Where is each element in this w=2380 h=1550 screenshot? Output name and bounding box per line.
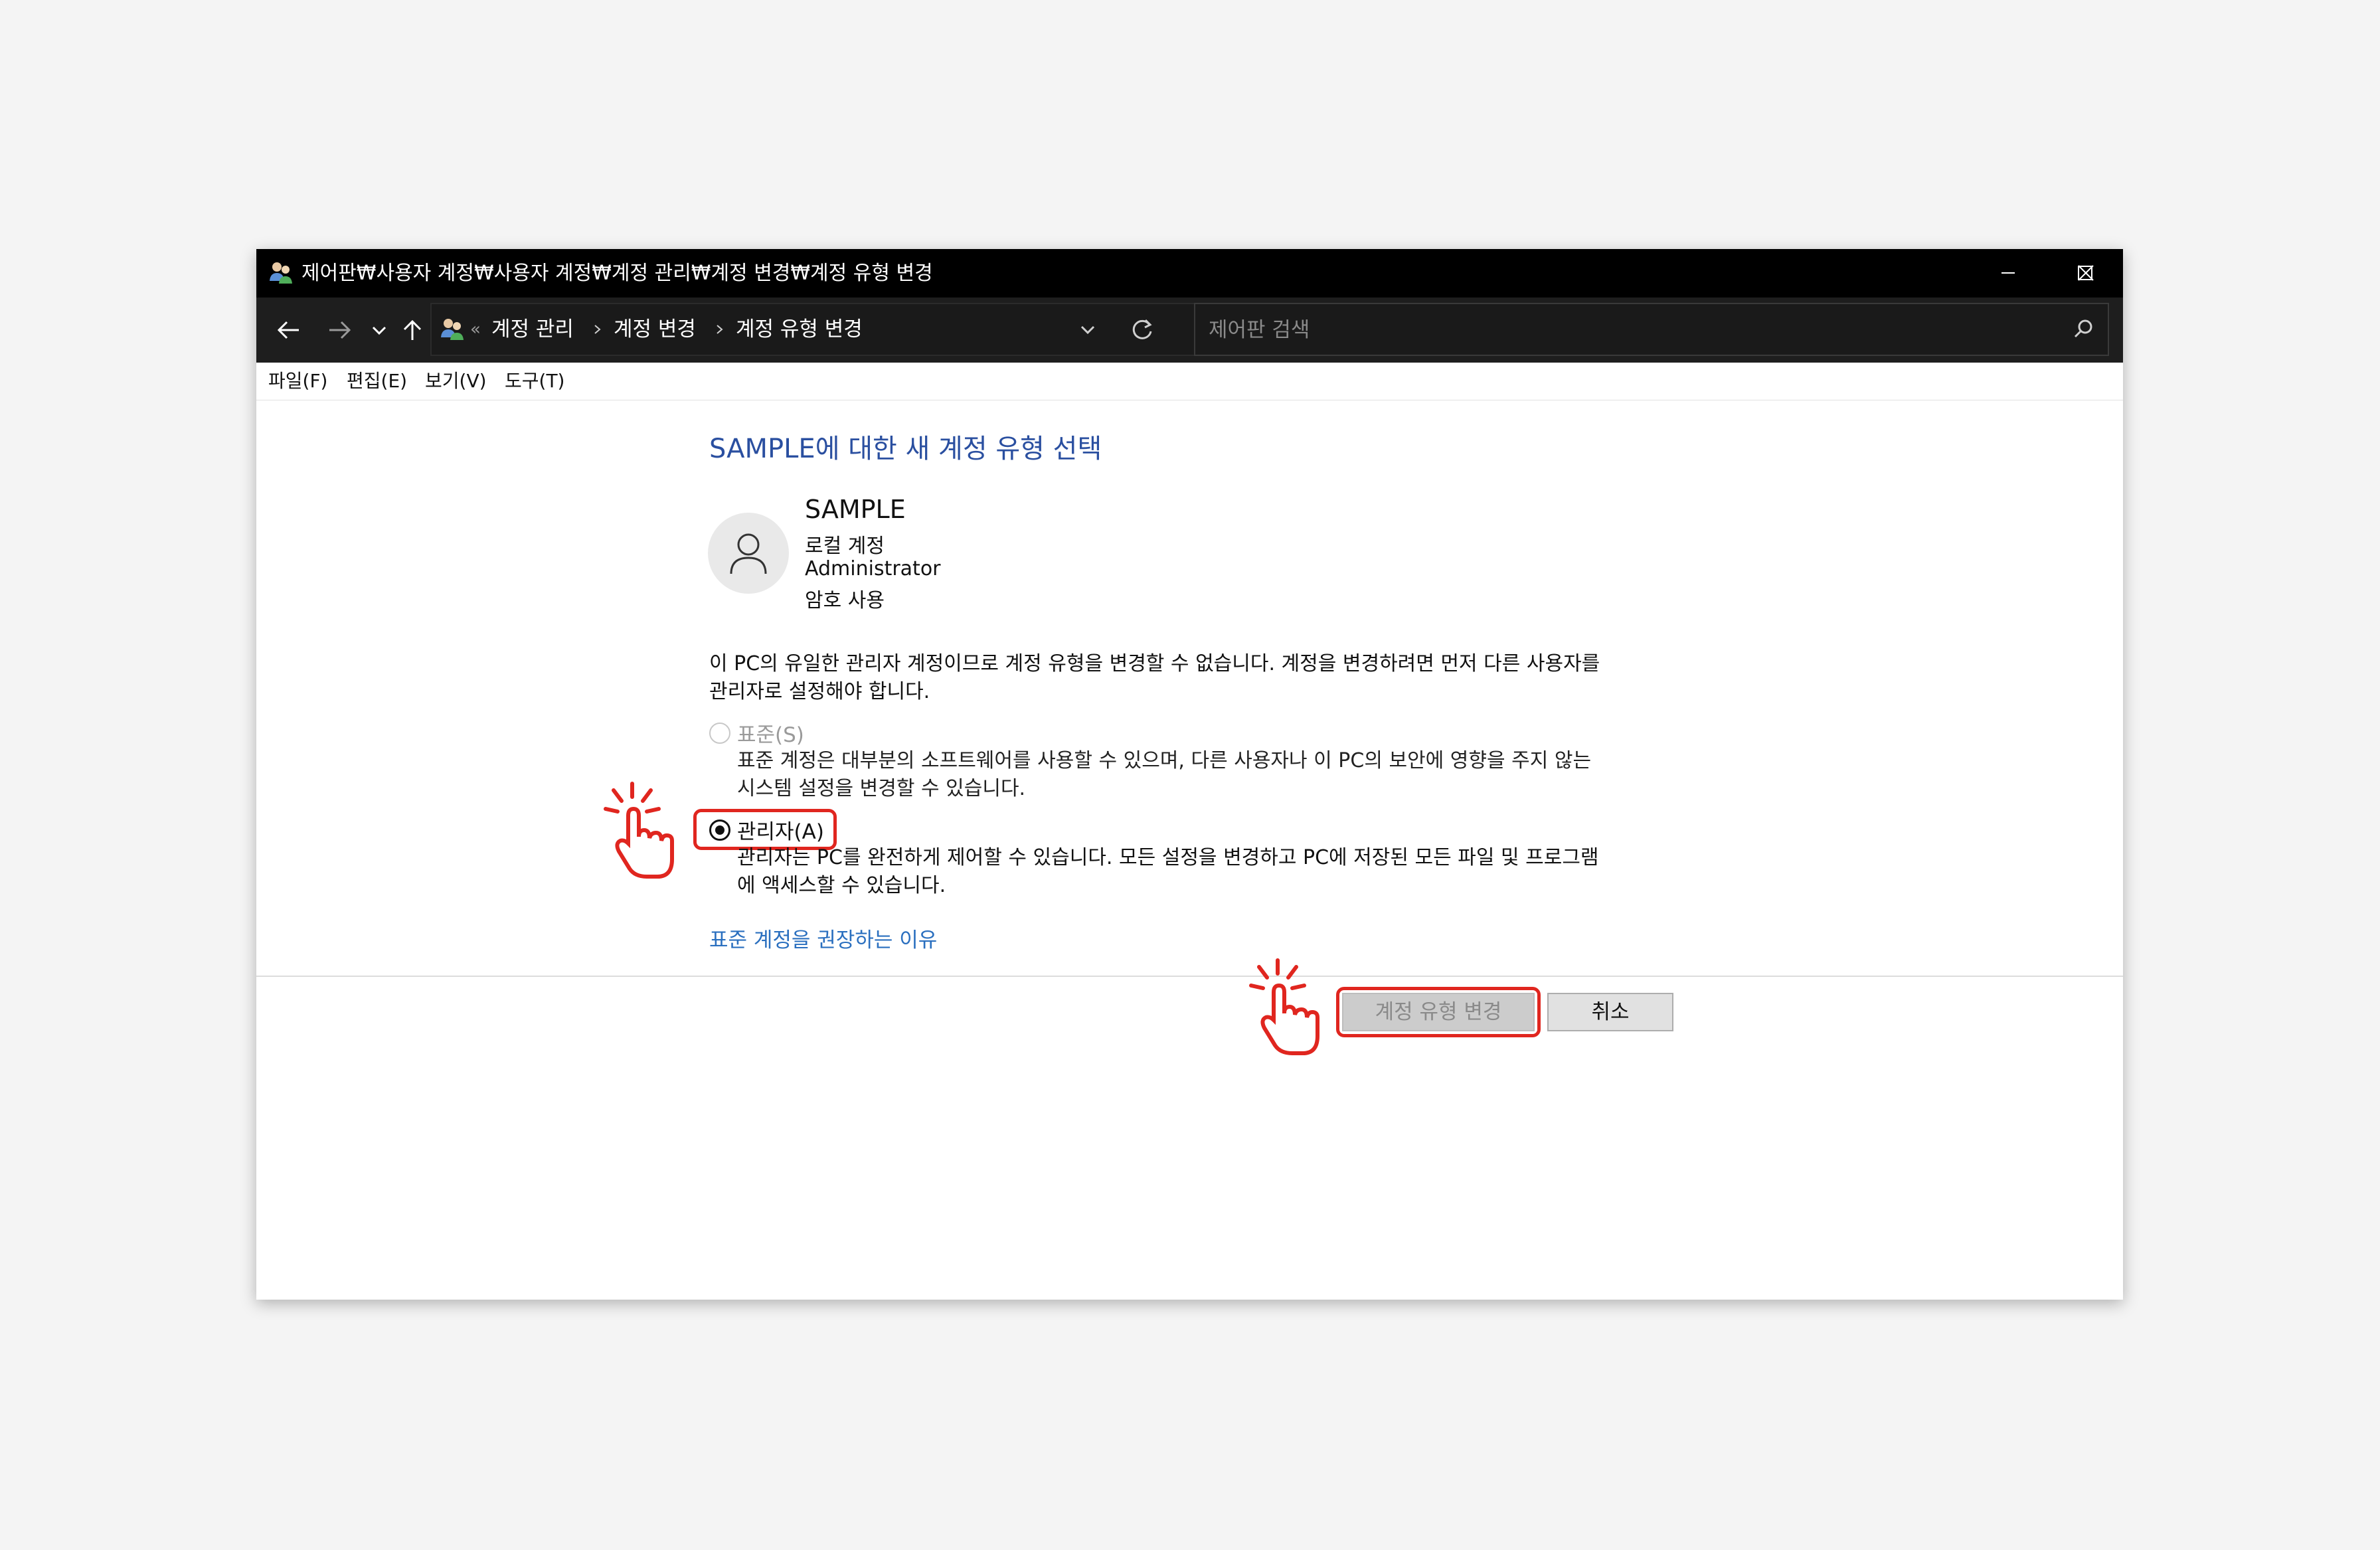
menu-edit[interactable]: 편집(E) xyxy=(347,369,407,393)
notice-line-1: 이 PC의 유일한 관리자 계정이므로 계정 유형을 변경할 수 없습니다. 계… xyxy=(709,652,1600,675)
back-button[interactable] xyxy=(271,312,307,348)
account-password-status: 암호 사용 xyxy=(805,589,885,612)
navigation-bar: « 계정 관리 계정 변경 계정 유형 변경 xyxy=(256,298,2123,363)
close-button[interactable] xyxy=(2078,249,2123,298)
standard-radio-label[interactable]: 표준(S) xyxy=(737,718,804,748)
hand-pointer-icon xyxy=(604,782,674,879)
up-arrow-icon xyxy=(403,319,422,340)
change-account-type-button[interactable]: 계정 유형 변경 xyxy=(1342,993,1535,1031)
breadcrumb-separator-icon xyxy=(594,325,601,334)
refresh-icon[interactable] xyxy=(1126,313,1158,345)
address-dropdown-icon[interactable] xyxy=(1073,315,1102,344)
minimize-button[interactable] xyxy=(1970,249,2047,298)
notice-line-2: 관리자로 설정해야 합니다. xyxy=(709,680,930,703)
search-input[interactable] xyxy=(1207,315,2047,345)
forward-arrow-icon xyxy=(329,321,351,339)
administrator-radio-label[interactable]: 관리자(A) xyxy=(737,815,824,845)
hand-pointer-icon xyxy=(1249,958,1319,1055)
account-role: Administrator xyxy=(805,557,941,580)
why-standard-account-link[interactable]: 표준 계정을 권장하는 이유 xyxy=(709,923,937,953)
breadcrumb-account-management[interactable]: 계정 관리 xyxy=(491,316,574,343)
divider xyxy=(256,976,2123,977)
control-panel-window: 제어판₩사용자 계정₩사용자 계정₩계정 관리₩계정 변경₩계정 유형 변경 «… xyxy=(256,249,2123,1300)
forward-button[interactable] xyxy=(321,312,357,348)
administrator-desc-line-1: 관리자는 PC를 완전하게 제어할 수 있습니다. 모든 설정을 변경하고 PC… xyxy=(737,846,1599,869)
up-button[interactable] xyxy=(394,312,430,348)
close-icon xyxy=(2078,265,2094,281)
search-box[interactable] xyxy=(1194,303,2109,356)
back-arrow-icon xyxy=(277,321,299,339)
administrator-radio[interactable] xyxy=(709,819,730,841)
standard-radio[interactable] xyxy=(709,723,730,744)
breadcrumb-change-account-type[interactable]: 계정 유형 변경 xyxy=(736,316,863,343)
chevron-down-icon xyxy=(372,326,386,335)
user-icon xyxy=(730,533,767,574)
account-type-local: 로컬 계정 xyxy=(805,535,885,558)
page-title: SAMPLE에 대한 새 계정 유형 선택 xyxy=(709,434,1102,464)
standard-desc-line-2: 시스템 설정을 변경할 수 있습니다. xyxy=(737,777,1026,800)
breadcrumb-separator-icon xyxy=(717,325,723,334)
menu-view[interactable]: 보기(V) xyxy=(425,369,487,393)
title-bar: 제어판₩사용자 계정₩사용자 계정₩계정 관리₩계정 변경₩계정 유형 변경 xyxy=(256,249,2123,298)
menu-bar: 파일(F) 편집(E) 보기(V) 도구(T) xyxy=(256,363,2123,400)
account-name: SAMPLE xyxy=(805,495,906,524)
window-title: 제어판₩사용자 계정₩사용자 계정₩계정 관리₩계정 변경₩계정 유형 변경 xyxy=(301,262,933,285)
breadcrumb-change-account[interactable]: 계정 변경 xyxy=(614,316,696,343)
breadcrumb-overflow[interactable]: « xyxy=(470,316,481,343)
search-icon[interactable] xyxy=(2071,316,2097,343)
user-accounts-icon xyxy=(270,262,292,284)
user-accounts-icon xyxy=(441,319,464,340)
cancel-button[interactable]: 취소 xyxy=(1547,993,1673,1031)
recent-locations-button[interactable] xyxy=(361,312,397,348)
menu-file[interactable]: 파일(F) xyxy=(268,369,327,393)
standard-desc-line-1: 표준 계정은 대부분의 소프트웨어를 사용할 수 있으며, 다른 사용자나 이 … xyxy=(737,749,1592,772)
avatar xyxy=(708,513,789,594)
menu-tools[interactable]: 도구(T) xyxy=(505,369,564,393)
administrator-desc-line-2: 에 액세스할 수 있습니다. xyxy=(737,874,946,897)
minimize-icon xyxy=(2001,272,2015,274)
